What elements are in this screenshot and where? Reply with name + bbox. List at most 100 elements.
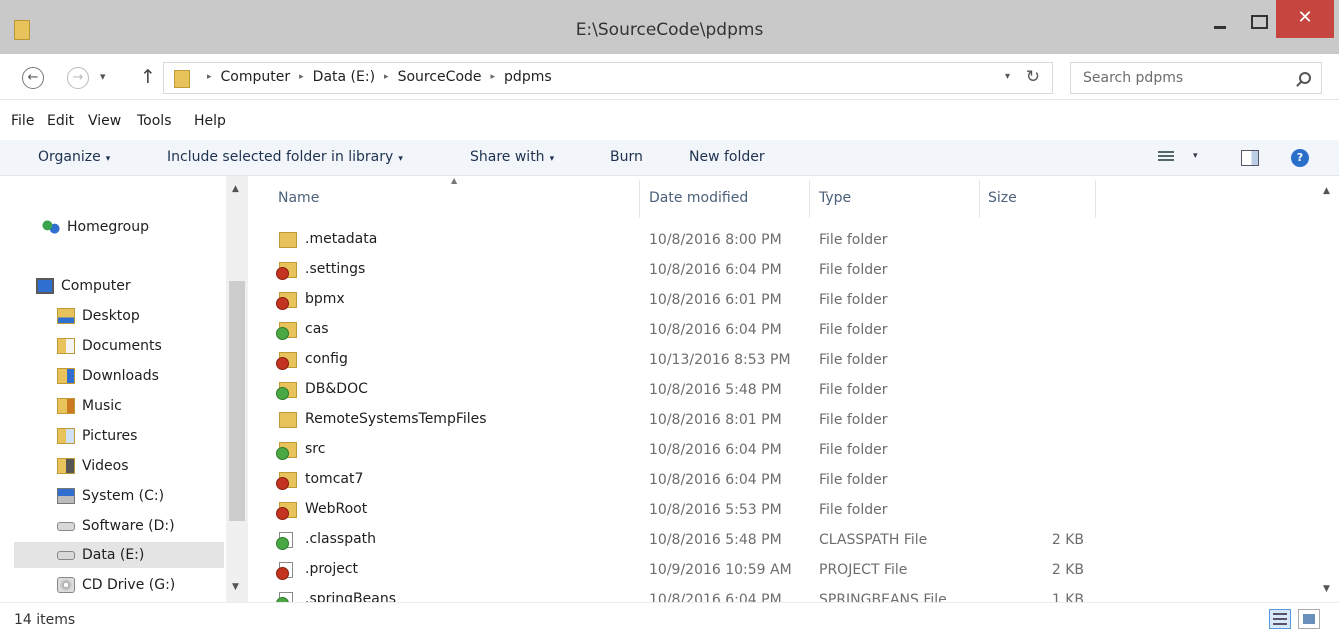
breadcrumb-data-drive[interactable]: Data (E:)	[313, 69, 375, 85]
folder-conflict-icon	[276, 292, 297, 310]
file-name: tomcat7	[305, 471, 364, 487]
column-divider[interactable]	[639, 180, 640, 218]
column-divider[interactable]	[979, 180, 980, 218]
scroll-down-icon[interactable]: ▼	[1323, 584, 1330, 594]
table-row[interactable]: DB&DOC 10/8/2016 5:48 PM File folder	[248, 376, 1308, 406]
scroll-up-icon[interactable]: ▲	[1323, 186, 1330, 196]
file-name: .project	[305, 561, 359, 577]
file-date: 10/8/2016 6:04 PM	[649, 322, 782, 338]
column-divider[interactable]	[1095, 180, 1096, 218]
file-type: File folder	[819, 292, 888, 308]
file-date: 10/8/2016 6:04 PM	[649, 262, 782, 278]
breadcrumb[interactable]: ▸ Computer ▸ Data (E:) ▸ SourceCode ▸ pd…	[163, 62, 1053, 94]
table-row[interactable]: tomcat7 10/8/2016 6:04 PM File folder	[248, 466, 1308, 496]
nav-item-homegroup[interactable]: Homegroup	[42, 214, 212, 240]
nav-scrollbar[interactable]: ▲ ▼	[226, 176, 248, 602]
address-history-dropdown[interactable]: ▾	[1005, 71, 1010, 82]
nav-item-desktop[interactable]: Desktop	[57, 303, 217, 329]
column-header-name[interactable]: Name	[278, 190, 319, 206]
scrollbar-thumb[interactable]	[229, 281, 245, 521]
breadcrumb-separator-icon[interactable]: ▸	[299, 72, 304, 82]
nav-item-pictures[interactable]: Pictures	[57, 423, 217, 449]
forward-button[interactable]: →	[67, 67, 89, 89]
file-date: 10/8/2016 8:01 PM	[649, 412, 782, 428]
breadcrumb-sourcecode[interactable]: SourceCode	[398, 69, 482, 85]
breadcrumb-computer[interactable]: Computer	[221, 69, 291, 85]
table-row[interactable]: .metadata 10/8/2016 8:00 PM File folder	[248, 226, 1308, 256]
nav-item-cd-drive-g[interactable]: CD Drive (G:)	[57, 572, 217, 598]
file-date: 10/8/2016 8:00 PM	[649, 232, 782, 248]
folder-conflict-icon	[276, 262, 297, 280]
table-row[interactable]: RemoteSystemsTempFiles 10/8/2016 8:01 PM F…	[248, 406, 1308, 436]
desktop-folder-icon	[57, 308, 75, 324]
chevron-down-icon[interactable]: ▾	[1193, 151, 1198, 161]
menu-edit[interactable]: Edit	[47, 113, 74, 129]
nav-item-label: Homegroup	[67, 219, 150, 235]
downloads-folder-icon	[57, 368, 75, 384]
menu-bar: File Edit View Tools Help	[0, 104, 1339, 138]
close-button[interactable]: ✕	[1276, 0, 1334, 38]
nav-item-software-d[interactable]: Software (D:)	[57, 513, 217, 539]
large-icons-view-icon[interactable]	[1298, 609, 1320, 629]
file-name: bpmx	[305, 291, 345, 307]
sort-ascending-icon: ▲	[451, 176, 458, 185]
chevron-down-icon: ▾	[549, 154, 555, 164]
scroll-up-icon[interactable]: ▲	[232, 184, 239, 194]
breadcrumb-separator-icon[interactable]: ▸	[207, 72, 212, 82]
file-list-scrollbar[interactable]: ▲ ▼	[1317, 176, 1339, 602]
change-view-icon[interactable]	[1158, 151, 1174, 165]
search-icon[interactable]	[1299, 72, 1311, 84]
minimize-button[interactable]	[1200, 4, 1240, 42]
maximize-button[interactable]	[1242, 4, 1272, 42]
nav-item-data-e[interactable]: Data (E:)	[14, 542, 224, 568]
share-with-button[interactable]: Share with ▾	[470, 149, 554, 165]
back-button[interactable]: ←	[22, 67, 44, 89]
table-row[interactable]: WebRoot 10/8/2016 5:53 PM File folder	[248, 496, 1308, 526]
nav-item-label: Documents	[82, 338, 162, 354]
table-row[interactable]: bpmx 10/8/2016 6:01 PM File folder	[248, 286, 1308, 316]
column-header-type[interactable]: Type	[819, 190, 851, 206]
system-drive-icon	[57, 488, 75, 504]
file-date: 10/8/2016 6:04 PM	[649, 472, 782, 488]
nav-item-music[interactable]: Music	[57, 393, 217, 419]
organize-button[interactable]: Organize ▾	[38, 149, 110, 165]
new-folder-button[interactable]: New folder	[689, 149, 765, 165]
menu-help[interactable]: Help	[194, 113, 226, 129]
table-row[interactable]: config 10/13/2016 8:53 PM File folder	[248, 346, 1308, 376]
column-header-date-modified[interactable]: Date modified	[649, 190, 748, 206]
file-type: File folder	[819, 352, 888, 368]
breadcrumb-pdpms[interactable]: pdpms	[504, 69, 552, 85]
refresh-icon[interactable]: ↻	[1026, 67, 1040, 87]
up-button[interactable]: ↑	[140, 66, 156, 88]
cd-drive-icon	[57, 577, 75, 593]
scroll-down-icon[interactable]: ▼	[232, 582, 239, 592]
nav-item-system-c[interactable]: System (C:)	[57, 483, 217, 509]
recent-locations-dropdown[interactable]: ▾	[100, 70, 106, 83]
nav-item-computer[interactable]: Computer	[36, 273, 216, 299]
share-label: Share with	[470, 149, 545, 165]
column-divider[interactable]	[809, 180, 810, 218]
preview-pane-icon[interactable]	[1241, 150, 1259, 166]
table-row[interactable]: .project 10/9/2016 10:59 AM PROJECT File 2 …	[248, 556, 1308, 586]
menu-view[interactable]: View	[88, 113, 121, 129]
table-row[interactable]: .classpath 10/8/2016 5:48 PM CLASSPATH Fil…	[248, 526, 1308, 556]
breadcrumb-separator-icon[interactable]: ▸	[491, 72, 496, 82]
table-row[interactable]: .springBeans 10/8/2016 6:04 PM SPRINGBEANS…	[248, 586, 1308, 602]
include-in-library-button[interactable]: Include selected folder in library ▾	[167, 149, 403, 165]
search-input[interactable]: Search pdpms	[1070, 62, 1322, 94]
column-header-size[interactable]: Size	[988, 190, 1017, 206]
menu-file[interactable]: File	[11, 113, 34, 129]
table-row[interactable]: .settings 10/8/2016 6:04 PM File folder	[248, 256, 1308, 286]
nav-item-documents[interactable]: Documents	[57, 333, 217, 359]
status-bar: 14 items	[0, 602, 1339, 633]
file-name: cas	[305, 321, 329, 337]
details-view-icon[interactable]	[1269, 609, 1291, 629]
menu-tools[interactable]: Tools	[137, 113, 172, 129]
help-icon[interactable]: ?	[1291, 149, 1309, 167]
breadcrumb-separator-icon[interactable]: ▸	[384, 72, 389, 82]
nav-item-downloads[interactable]: Downloads	[57, 363, 217, 389]
nav-item-videos[interactable]: Videos	[57, 453, 217, 479]
table-row[interactable]: src 10/8/2016 6:04 PM File folder	[248, 436, 1308, 466]
table-row[interactable]: cas 10/8/2016 6:04 PM File folder	[248, 316, 1308, 346]
burn-button[interactable]: Burn	[610, 149, 643, 165]
